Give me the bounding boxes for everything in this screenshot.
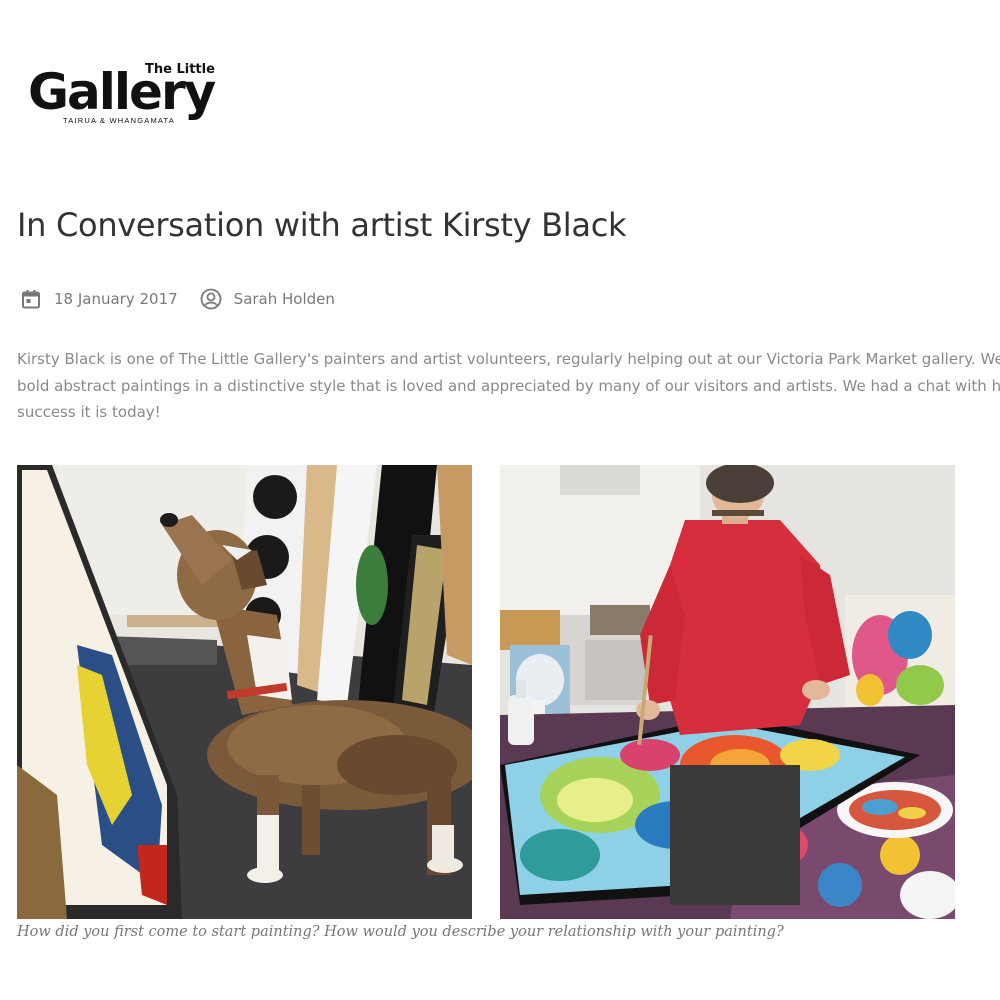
logo-main-text: Gallery xyxy=(28,63,216,121)
intro-line: Kirsty Black is one of The Little Galler… xyxy=(17,350,1000,368)
post-author[interactable]: Sarah Holden xyxy=(234,290,335,308)
artist-painting-photo[interactable] xyxy=(500,465,955,919)
intro-line: bold abstract paintings in a distinctive… xyxy=(17,376,1000,395)
post-title: In Conversation with artist Kirsty Black xyxy=(17,206,627,244)
user-circle-icon xyxy=(200,288,222,310)
calendar-icon xyxy=(20,288,42,310)
post-intro: Kirsty Black is one of The Little Galler… xyxy=(17,346,1000,430)
post-meta: 18 January 2017 Sarah Holden xyxy=(20,286,335,312)
logo-tagline: TAIRUA & WHANGAMATA xyxy=(63,116,175,125)
intro-line: success it is today! xyxy=(17,403,161,421)
site-logo[interactable]: The Little Gallery TAIRUA & WHANGAMATA xyxy=(28,58,248,130)
dog-photo[interactable] xyxy=(17,465,472,919)
post-date[interactable]: 18 January 2017 xyxy=(54,290,178,308)
image-caption: How did you first come to start painting… xyxy=(17,924,784,940)
